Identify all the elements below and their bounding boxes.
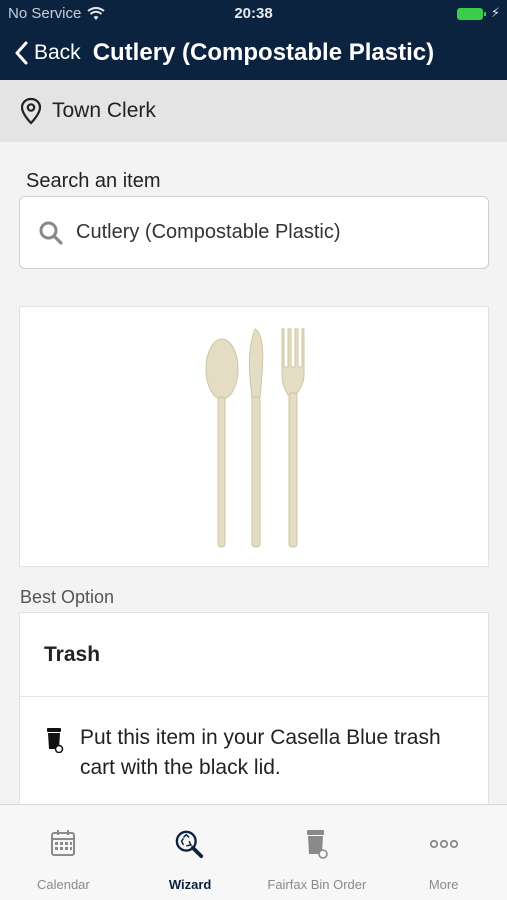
back-label: Back (34, 41, 81, 64)
location-row[interactable]: Town Clerk (0, 80, 507, 142)
search-icon (39, 221, 63, 245)
cutlery-image (205, 328, 305, 548)
navigation-bar: Back Cutlery (Compostable Plastic) (0, 30, 507, 76)
tab-wizard[interactable]: Wizard (127, 805, 254, 900)
search-label: Search an item (26, 170, 161, 192)
search-input[interactable] (76, 221, 466, 244)
best-option-label: Best Option (20, 587, 115, 607)
option-description-text: Put this item in your Casella Blue trash… (80, 726, 441, 779)
tab-fairfax-bin-order-label: Fairfax Bin Order (267, 877, 367, 892)
location-pin-icon (20, 97, 42, 125)
best-option-card: Trash Put this item in your Casella Blue… (19, 612, 489, 812)
item-image-card (19, 306, 489, 567)
option-title: Trash (20, 613, 488, 697)
tab-calendar[interactable]: Calendar (0, 805, 127, 900)
search-box[interactable] (19, 196, 489, 269)
charging-icon: ⚡ (490, 5, 500, 20)
main-content: Search an item Best Option Trash (0, 142, 507, 812)
back-button[interactable]: Back (14, 41, 81, 65)
tab-calendar-label: Calendar (36, 877, 90, 892)
chevron-left-icon (15, 41, 28, 65)
battery-icon (457, 8, 486, 20)
tab-bar: Calendar Wizard Fairfax Bin Order More (0, 804, 507, 900)
tab-more[interactable]: More (380, 805, 507, 900)
status-time: 20:38 (234, 5, 273, 22)
option-description: Put this item in your Casella Blue trash… (20, 697, 488, 783)
wizard-search-icon (175, 830, 204, 859)
tab-fairfax-bin-order[interactable]: Fairfax Bin Order (254, 805, 381, 900)
status-bar: No Service 20:38 ⚡ (0, 0, 507, 28)
top-bar: No Service 20:38 ⚡ Back Cutlery (Compost… (0, 0, 507, 80)
tab-more-label: More (428, 877, 459, 892)
more-icon (429, 839, 458, 849)
calendar-icon (51, 830, 76, 856)
trash-cart-icon (47, 728, 64, 753)
tab-wizard-label: Wizard (168, 877, 212, 892)
location-name: Town Clerk (52, 99, 156, 122)
bin-icon (306, 830, 328, 859)
page-title: Cutlery (Compostable Plastic) (92, 39, 435, 66)
